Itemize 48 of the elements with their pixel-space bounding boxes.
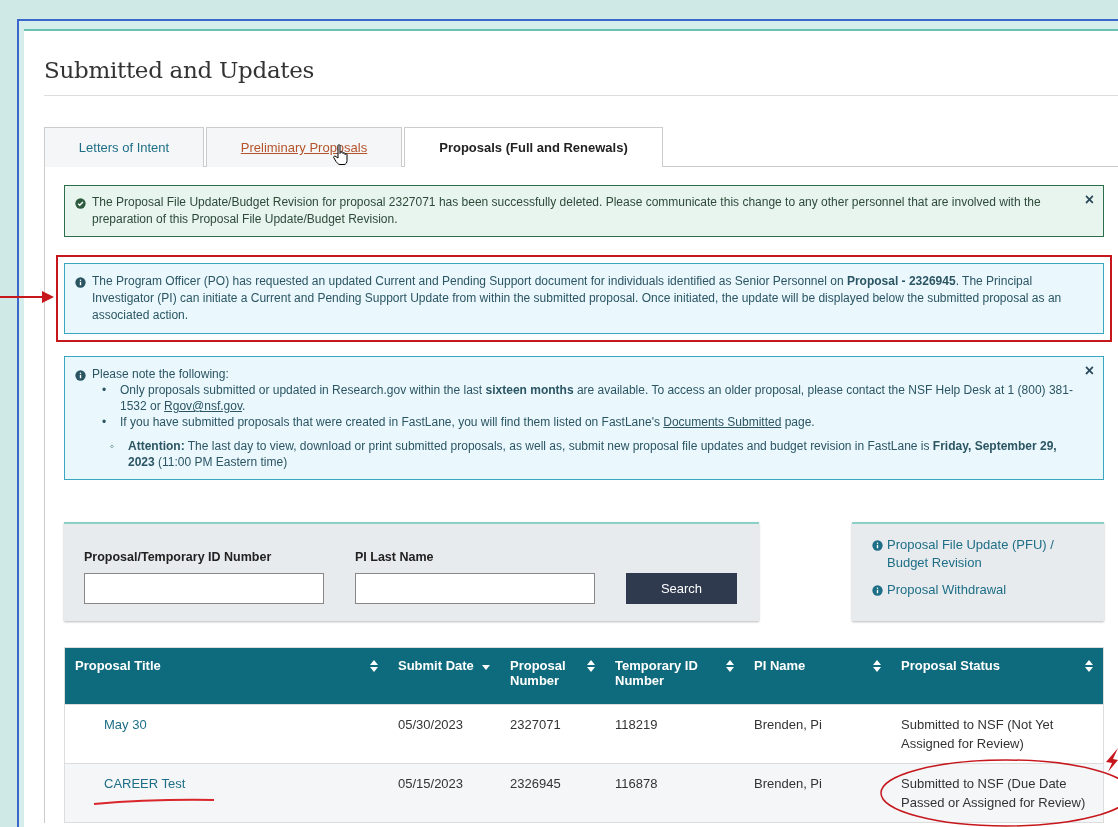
column-header[interactable]: Proposal Title [64,647,388,705]
tab[interactable]: Proposals (Full and Renewals) [404,127,663,167]
input-field[interactable] [355,573,595,604]
bullet-mark: ◦ [110,438,116,455]
note-text: Attention: The last day to view, download or print submitted proposals, as well as, submit new proposal file updates and budget revision in FastLane is Friday, September 29, 2023 (11:00 PM Eastern time) [128,438,1058,470]
action-link[interactable]: Proposal Withdrawal [887,581,1007,599]
alert-text: The Proposal File Update/Budget Revision for proposal 2327071 has been successfully deleted. Please communicate this change to any other personnel that are involved with the preparation of this Proposal File Update/Budget Revision. [92,194,1042,228]
alert-text: The Program Officer (PO) has requested an updated Current and Pending Support document for individuals identified as Senior Personnel on Proposal - 2326945. The Principal Investigator (PI) can initiate a Current and Pending Support Update from within the submitted proposal. Once initiated, the update will be displayed below the submitted proposal as an associated action. [92,273,1063,324]
proposal-link[interactable]: CAREER Test [75,776,186,791]
search-button[interactable]: Search [626,573,737,604]
info-icon [872,540,883,551]
field-label: Proposal/Temporary ID Number [84,550,273,564]
alert-text: Please note the following: [92,366,230,382]
annotation-arrow [0,290,54,304]
column-header[interactable]: Submit Date [388,647,500,705]
info-icon [75,370,86,381]
table-cell: 116878 [615,776,658,791]
check-circle-icon [75,198,86,209]
info-icon [872,585,883,596]
email-link[interactable]: Documents Submitted [663,415,782,429]
table-cell: Submitted to NSF (Not Yet Assigned for Review) [901,717,1054,751]
bullet-mark: • [102,382,108,399]
page-title: Submitted and Updates [44,56,316,83]
bullet-mark: • [102,414,108,430]
table-cell: 05/30/2023 [398,717,464,732]
column-header[interactable]: PI Name [744,647,891,705]
column-header[interactable]: Proposal Status [891,647,1104,705]
table-cell: 2327071 [510,717,561,732]
table-cell: 05/15/2023 [398,776,464,791]
table-cell: Brenden, Pi [754,717,822,732]
close-button[interactable]: × [1084,363,1094,379]
column-header[interactable]: Proposal Number [500,647,605,705]
tab[interactable]: Letters of Intent [44,127,204,167]
column-header[interactable]: Temporary ID Number [605,647,744,705]
tab[interactable]: Preliminary Proposals [206,127,402,167]
note-text: Only proposals submitted or updated in Research.gov within the last sixteen months are available. To access an older proposal, please contact the NSF Help Desk at 1 (800) 381-1532 or Rgov@nsf.gov. [120,382,1074,414]
action-link[interactable]: Proposal File Update (PFU) / Budget Revision [887,536,1084,572]
annotation-arrow [1104,748,1118,772]
close-button[interactable]: × [1084,192,1094,208]
proposal-link[interactable]: May 30 [75,717,147,732]
table-cell: 118219 [615,717,658,732]
table-cell: 2326945 [510,776,561,791]
table-cell: Submitted to NSF (Due Date Passed or Assigned for Review) [901,776,1086,810]
field-label: PI Last Name [355,550,435,564]
info-icon [75,277,86,288]
input-field[interactable] [84,573,324,604]
table-cell: Brenden, Pi [754,776,822,791]
note-text: If you have submitted proposals that were created in FastLane, you will find them listed on FastLane's Documents Submitted page. [120,414,815,430]
